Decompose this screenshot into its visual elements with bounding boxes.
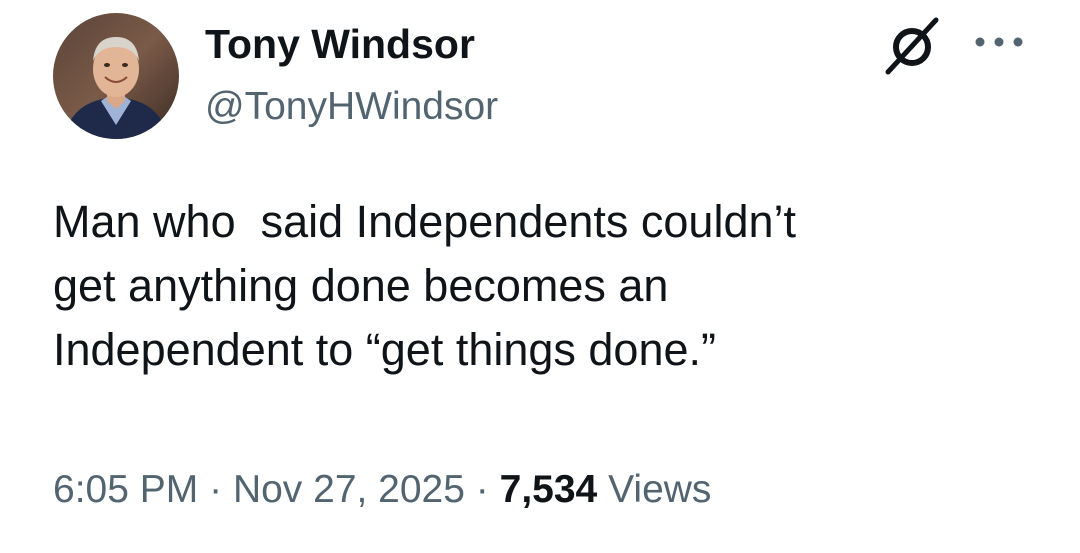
meta-separator: · bbox=[475, 468, 489, 511]
avatar-photo bbox=[53, 13, 179, 139]
tweet-time[interactable]: 6:05 PM bbox=[53, 468, 198, 511]
meta-separator: · bbox=[209, 468, 223, 511]
author-name[interactable]: Tony Windsor bbox=[205, 18, 475, 70]
views-label[interactable]: Views bbox=[608, 468, 711, 511]
avatar[interactable] bbox=[53, 13, 179, 139]
tweet-text: Man who said Independents couldn’t get a… bbox=[53, 196, 797, 375]
views-count[interactable]: 7,534 bbox=[500, 468, 598, 511]
author-handle[interactable]: @TonyHWindsor bbox=[205, 82, 498, 132]
tweet-date[interactable]: Nov 27, 2025 bbox=[233, 468, 465, 511]
tweet-card: Tony Windsor @TonyHWindsor Man who said … bbox=[0, 0, 1080, 553]
grok-slash-icon[interactable] bbox=[880, 14, 944, 78]
tweet-meta: 6:05 PM · Nov 27, 2025 · 7,534 Views bbox=[53, 462, 711, 518]
more-dots-icon[interactable] bbox=[972, 32, 1026, 52]
